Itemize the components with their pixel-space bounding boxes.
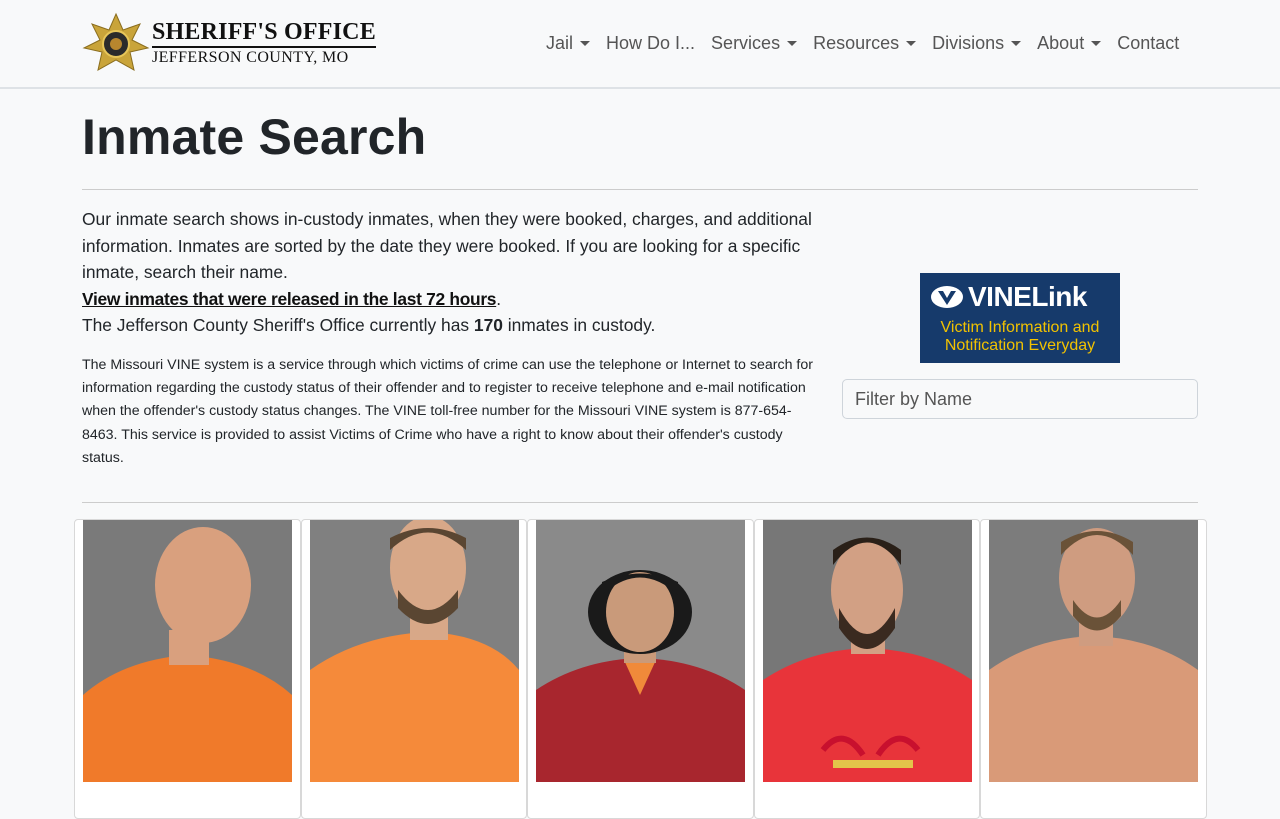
inmate-card[interactable] (980, 519, 1207, 819)
inmate-card[interactable] (753, 519, 980, 819)
nav-item-resources[interactable]: Resources (813, 33, 917, 54)
intro-text: Our inmate search shows in-custody inmat… (82, 209, 812, 335)
vine-tagline-2: Notification Everyday (944, 337, 1096, 354)
inmate-photo (989, 520, 1198, 782)
nav-item-services[interactable]: Services (711, 33, 798, 54)
vinelink-logo[interactable]: VINELink Victim Information and Notifica… (920, 273, 1120, 363)
nav-item-about[interactable]: About (1037, 33, 1102, 54)
inmate-card[interactable] (300, 519, 527, 819)
vine-v-icon (931, 286, 963, 308)
brand-subtitle: JEFFERSON COUNTY, MO (152, 48, 349, 66)
chevron-down-icon (787, 40, 798, 46)
nav-item-how-do-i[interactable]: How Do I... (606, 33, 695, 54)
vine-tagline-1: Victim Information and (940, 319, 1100, 336)
brand-title: SHERIFF'S OFFICE (152, 19, 376, 48)
main-nav: Jail How Do I... Services Resources Divi… (546, 30, 1195, 56)
sheriff-star-icon (82, 12, 150, 74)
chevron-down-icon (1091, 40, 1102, 46)
inmate-photo (83, 520, 292, 782)
chevron-down-icon (580, 40, 591, 46)
nav-item-divisions[interactable]: Divisions (932, 33, 1022, 54)
nav-item-contact[interactable]: Contact (1117, 33, 1179, 54)
chevron-down-icon (906, 40, 917, 46)
inmate-photo (536, 520, 745, 782)
chevron-down-icon (1011, 40, 1022, 46)
vine-description: The Missouri VINE system is a service th… (82, 357, 813, 466)
inmate-card-list (74, 519, 1207, 819)
inmate-photo (309, 520, 519, 782)
divider (82, 189, 1198, 190)
filter-by-name-input[interactable] (842, 379, 1198, 419)
page-title: Inmate Search (82, 109, 427, 165)
inmate-photo (762, 520, 972, 782)
vine-brand-text: VINELink (968, 281, 1087, 312)
navbar: SHERIFF'S OFFICE JEFFERSON COUNTY, MO Ja… (0, 0, 1280, 89)
brand-logo[interactable]: SHERIFF'S OFFICE JEFFERSON COUNTY, MO (82, 12, 376, 74)
nav-item-jail[interactable]: Jail (546, 33, 591, 54)
released-inmates-link[interactable]: View inmates that were released in the l… (82, 289, 496, 309)
divider (82, 502, 1198, 503)
inmate-card[interactable] (527, 519, 754, 819)
inmate-count: 170 (473, 315, 503, 335)
inmate-card[interactable] (74, 519, 301, 819)
